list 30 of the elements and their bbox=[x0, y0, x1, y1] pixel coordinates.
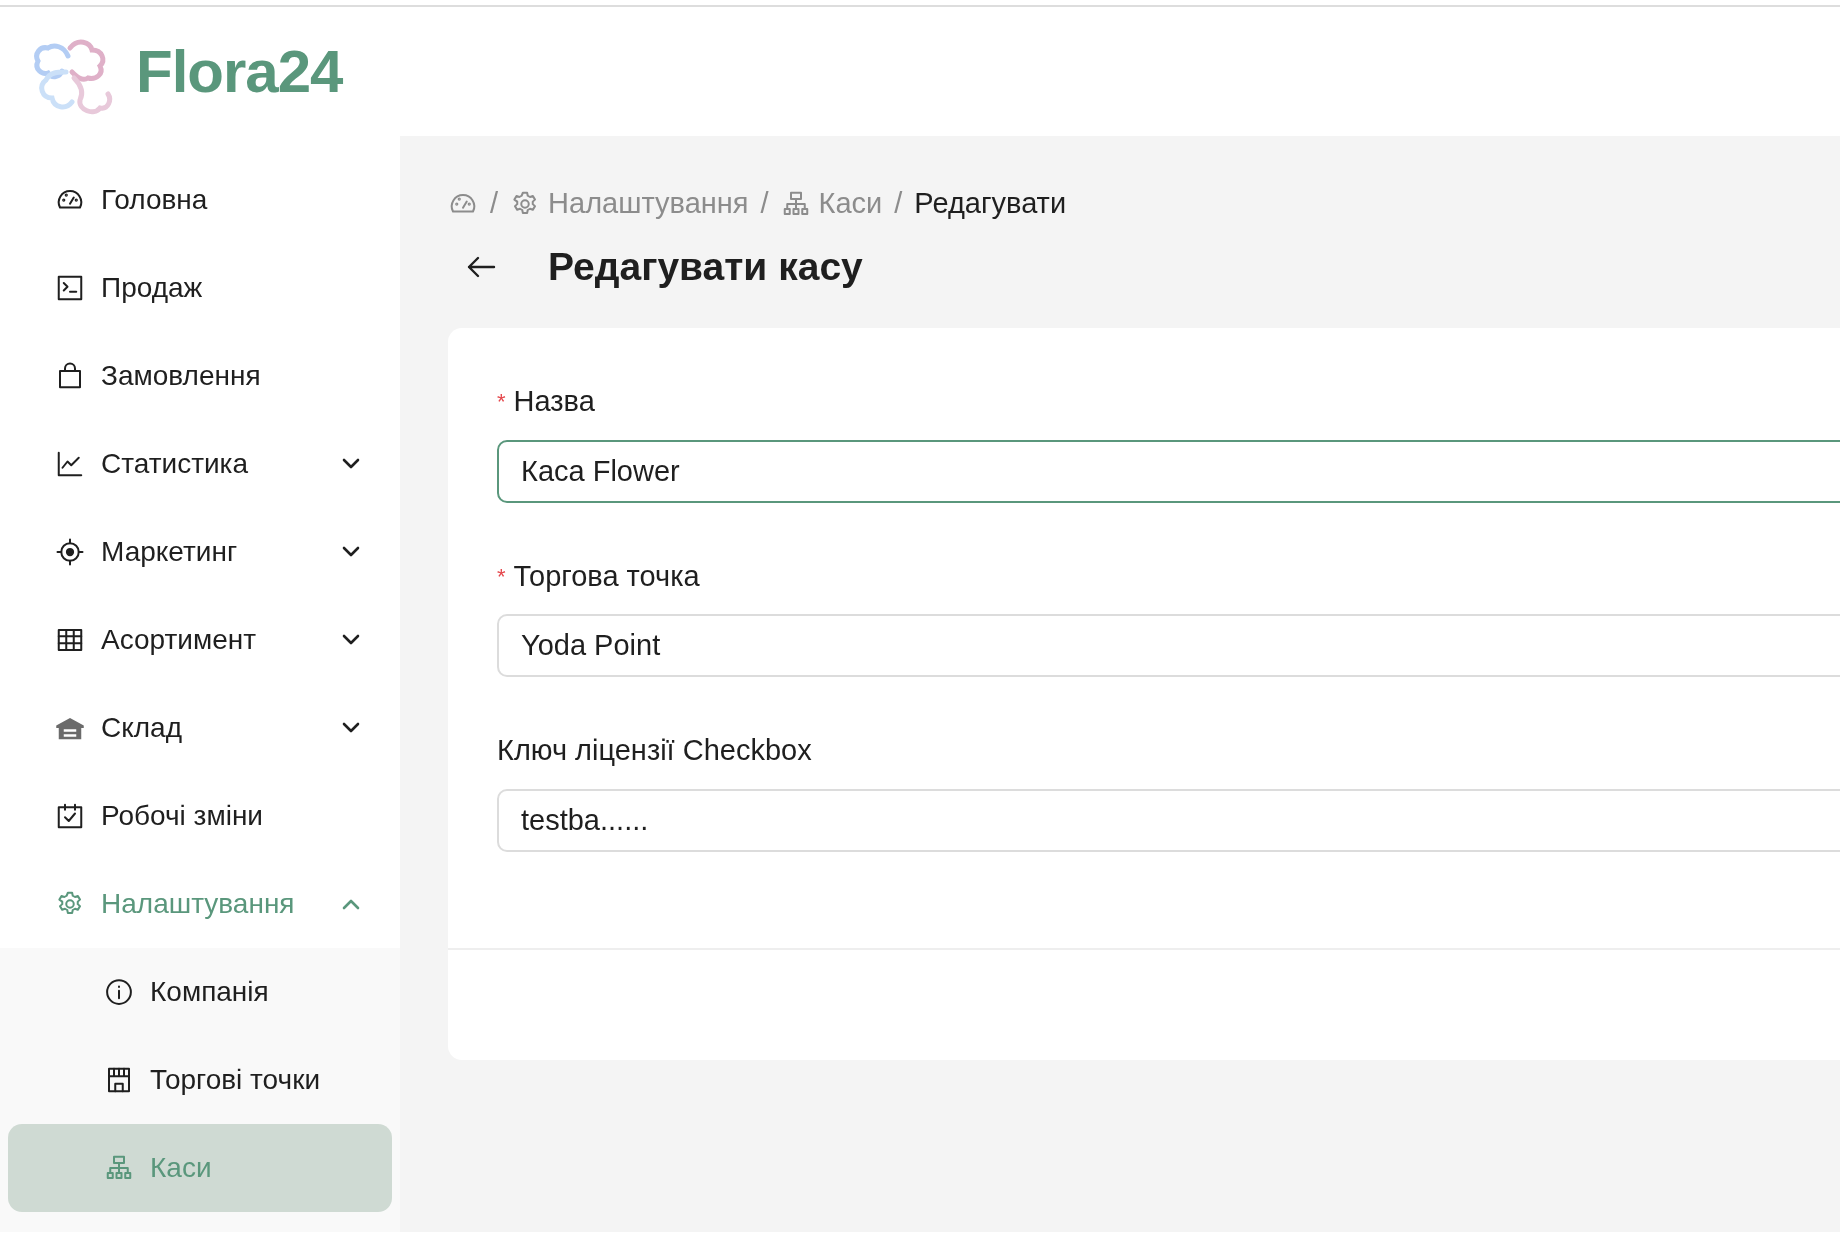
logo-text: Flora24 bbox=[136, 36, 343, 107]
input-field[interactable]: Yoda Point bbox=[497, 614, 1840, 677]
sidebar-item[interactable]: Замовлення bbox=[0, 332, 400, 420]
info-icon bbox=[104, 977, 134, 1007]
required-mark: * bbox=[497, 388, 506, 417]
sidebar-item[interactable]: Головна bbox=[0, 156, 400, 244]
terminal-icon bbox=[55, 273, 85, 303]
crosshair-icon bbox=[55, 537, 85, 567]
page-title: Редагувати касу bbox=[548, 243, 863, 290]
sidebar-item[interactable]: Асортимент bbox=[0, 596, 400, 684]
sidebar-item[interactable]: Маркетинг bbox=[0, 508, 400, 596]
sidebar-item[interactable]: Робочі зміни bbox=[0, 772, 400, 860]
line-chart-icon bbox=[55, 449, 85, 479]
breadcrumb-separator: / bbox=[490, 186, 499, 222]
required-mark: * bbox=[497, 562, 506, 591]
calendar-check-icon bbox=[55, 801, 85, 831]
sidebar-subitem[interactable]: Торгові точки bbox=[8, 1036, 392, 1124]
input-field[interactable]: testba...... bbox=[497, 788, 1840, 852]
field-label: Ключ ліцензії Checkbox bbox=[497, 733, 812, 768]
back-arrow-icon[interactable] bbox=[466, 255, 496, 279]
breadcrumb-separator: / bbox=[760, 186, 769, 222]
breadcrumb-current: Редагувати bbox=[914, 186, 1067, 222]
sidebar-item[interactable]: Статистика bbox=[0, 420, 400, 508]
field-label: Назва bbox=[513, 384, 595, 419]
sidebar-item[interactable]: Склад bbox=[0, 684, 400, 772]
breadcrumb-separator: / bbox=[894, 186, 903, 222]
field-label: Торгова точка bbox=[513, 558, 700, 594]
input-field[interactable]: Каса Flower bbox=[497, 439, 1840, 503]
sidebar-subitem[interactable]: Компанія bbox=[8, 948, 392, 1036]
sidebar-item[interactable]: Продаж bbox=[0, 244, 400, 332]
